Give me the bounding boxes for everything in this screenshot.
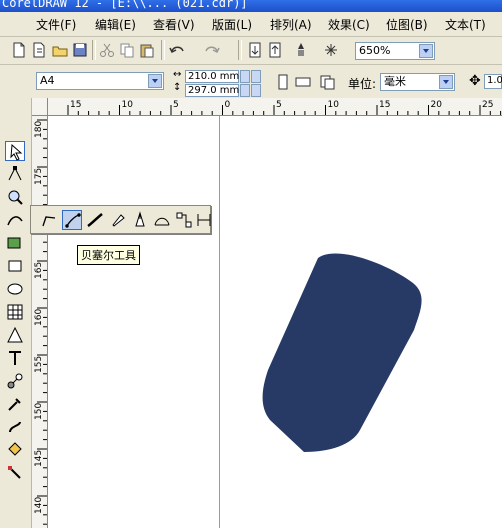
dimension-tool-icon[interactable] <box>194 210 214 230</box>
pen-tool-icon[interactable] <box>108 210 128 230</box>
drawn-shape[interactable] <box>262 253 422 452</box>
shape-layer <box>262 253 422 452</box>
interactive-connector-tool-icon[interactable] <box>174 210 194 230</box>
artistic-media-tool-icon[interactable] <box>85 210 105 230</box>
three-point-curve-tool-icon[interactable] <box>152 210 172 230</box>
freehand-tool-icon[interactable] <box>39 210 59 230</box>
bezier-tool-tooltip: 贝塞尔工具 <box>77 245 140 265</box>
curve-tools-flyout <box>30 205 211 234</box>
bezier-tool-icon[interactable] <box>62 210 82 230</box>
polyline-tool-icon[interactable] <box>130 210 150 230</box>
